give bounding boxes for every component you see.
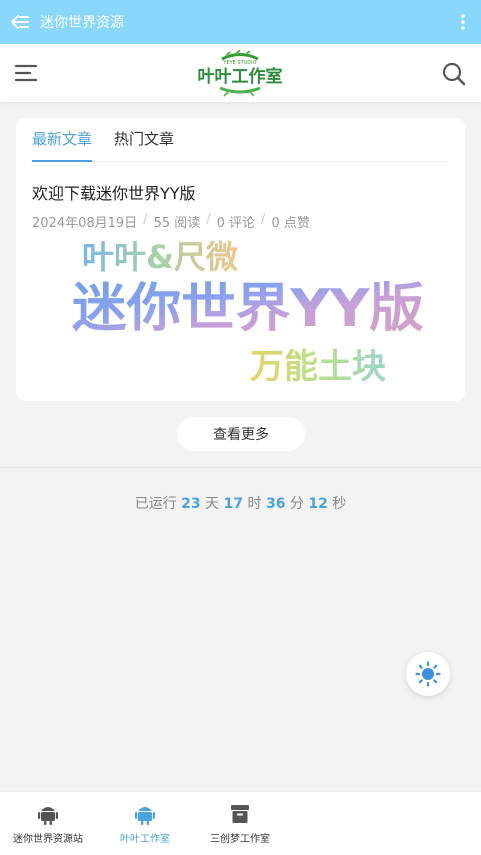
uptime-counter: 已运行 23 天 17 时 36 分 12 秒 [134, 496, 347, 512]
back-button[interactable] [0, 0, 40, 44]
sun-icon [415, 661, 441, 687]
article-tabs: 最新文章 热门文章 [32, 118, 449, 162]
view-more-button[interactable]: 查看更多 [177, 417, 305, 451]
search-icon [442, 62, 466, 86]
nav-label: 叶叶工作室 [120, 834, 170, 845]
article-card: 最新文章 热门文章 欢迎下载迷你世界YY版 2024年08月19日 / 55 阅… [16, 118, 465, 401]
back-arrow-icon [11, 15, 29, 29]
banner-line-1: 叶叶&尺微 [82, 238, 238, 276]
menu-icon [14, 64, 38, 82]
nav-item-resource-site[interactable]: 迷你世界资源站 [0, 802, 98, 845]
theme-toggle-button[interactable] [406, 652, 450, 696]
article-comments: 0 评论 [216, 216, 256, 231]
site-header: YEYE STUDIO 叶叶工作室 [0, 44, 481, 102]
logo-text: 叶叶工作室 [198, 66, 283, 87]
nav-item-sanchuangmeng-studio[interactable]: 三创梦工作室 [190, 802, 290, 845]
nav-label: 迷你世界资源站 [13, 834, 83, 845]
site-logo[interactable]: YEYE STUDIO 叶叶工作室 [192, 49, 288, 98]
uptime-hours: 17 [223, 496, 244, 512]
uptime-minutes: 36 [265, 496, 286, 512]
android-icon [38, 807, 58, 825]
article-date: 2024年08月19日 [32, 216, 138, 231]
logo-subtext: YEYE STUDIO [222, 60, 256, 66]
archive-icon [231, 805, 249, 823]
nav-label: 三创梦工作室 [210, 834, 270, 845]
uptime-seconds: 12 [308, 496, 328, 512]
uptime-days: 23 [181, 496, 201, 512]
app-bar: 迷你世界资源 [0, 0, 481, 44]
article-banner[interactable]: 叶叶&尺微 迷你世界YY版 万能土块 [54, 238, 434, 388]
android-icon [135, 807, 155, 825]
search-button[interactable] [440, 60, 468, 88]
banner-line-3: 万能土块 [250, 347, 386, 387]
article-meta: 2024年08月19日 / 55 阅读 / 0 评论 / 0 点赞 [32, 212, 310, 231]
article-likes: 0 点赞 [271, 216, 310, 231]
nav-item-yeye-studio[interactable]: 叶叶工作室 [95, 802, 195, 845]
app-bar-title: 迷你世界资源 [40, 15, 124, 31]
article-title[interactable]: 欢迎下载迷你世界YY版 [32, 180, 196, 204]
banner-line-2: 迷你世界YY版 [72, 279, 424, 339]
article-reads: 55 阅读 [153, 216, 201, 231]
divider [0, 467, 481, 468]
tab-latest[interactable]: 最新文章 [32, 118, 93, 162]
more-options-button[interactable] [445, 0, 481, 44]
more-vertical-icon [461, 14, 465, 30]
tab-popular[interactable]: 热门文章 [114, 118, 174, 161]
menu-button[interactable] [12, 60, 40, 86]
bottom-navigation: 迷你世界资源站 叶叶工作室 三创梦工作室 [0, 791, 481, 855]
